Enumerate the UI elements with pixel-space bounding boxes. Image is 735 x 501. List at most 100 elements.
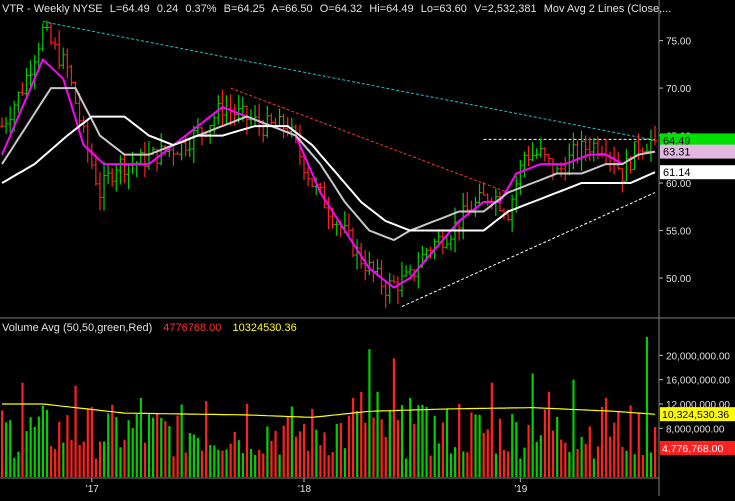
volume-bar — [433, 415, 436, 477]
volume-bar — [421, 404, 424, 477]
volume-bar — [86, 408, 89, 477]
volume-bar — [490, 382, 493, 477]
volume-bar — [445, 408, 449, 477]
volume-tick-label: 20,000,000.00 — [666, 351, 730, 362]
volume-header: Volume Avg (50,50,green,Red) 4776768.00 … — [2, 322, 297, 334]
header-text: VTR - Weekly NYSE L=64.49 0.24 0.37% B=6… — [2, 3, 671, 15]
volume-bar — [556, 416, 559, 477]
volume-bar — [547, 391, 551, 477]
volume-bar — [458, 403, 461, 477]
volume-bar — [152, 417, 155, 477]
volume-bar — [274, 430, 277, 477]
volume-bar — [205, 400, 208, 477]
price-badge-label: 61.14 — [663, 167, 691, 179]
low-value: Lo=63.60 — [421, 3, 467, 15]
volume-avg-red: 4776768.00 — [163, 322, 221, 334]
volume-bar — [266, 426, 269, 477]
volume-bar — [568, 451, 571, 477]
open-value: O=64.32 — [320, 3, 363, 15]
time-tick-label: '19 — [514, 484, 527, 495]
volume-bar — [9, 420, 12, 477]
volume-bar — [531, 373, 534, 477]
volume-bar — [413, 423, 416, 477]
stock-chart[interactable]: 75.0070.0065.0060.0055.0050.0020,000,000… — [0, 0, 735, 496]
volume-bar — [298, 431, 302, 477]
volume-bar — [209, 445, 212, 477]
volume-bar — [339, 422, 342, 477]
volume-bar — [474, 414, 477, 477]
volume-bar — [600, 406, 604, 477]
price-tick-label: 55.00 — [666, 227, 691, 238]
volume-bar — [33, 426, 36, 477]
volume-bar — [617, 410, 620, 477]
volume-bar — [437, 443, 440, 477]
last-price: L=64.49 — [110, 3, 150, 15]
volume-bar — [49, 446, 53, 477]
volume-bar — [327, 455, 330, 477]
volume-bar — [523, 447, 526, 477]
volume-bar — [135, 414, 138, 477]
volume-bar — [25, 431, 28, 477]
volume-bar — [560, 439, 563, 477]
volume-bar — [649, 452, 653, 477]
volume-bar — [511, 414, 514, 477]
volume-avg-yellow: 10324530.36 — [232, 322, 296, 334]
volume-bar — [237, 440, 240, 477]
volume-bar — [225, 449, 228, 477]
volume-bar — [605, 397, 608, 477]
volume-bar — [254, 454, 257, 477]
volume-bar — [213, 445, 216, 477]
volume-bar — [90, 407, 93, 477]
volume-bar — [449, 453, 453, 477]
volume-bar — [543, 409, 547, 477]
volume-bar — [592, 458, 595, 477]
volume-bar — [168, 426, 171, 477]
volume-bar — [502, 449, 506, 477]
volume-bar — [368, 349, 371, 477]
volume-bar — [364, 422, 367, 477]
volume-bar — [478, 414, 481, 477]
time-tick-label: '17 — [86, 484, 99, 495]
volume-bar — [270, 440, 273, 477]
high-value: Hi=64.49 — [369, 3, 413, 15]
volume-bar — [139, 397, 142, 477]
volume-bar — [249, 449, 253, 477]
volume-bar — [551, 430, 555, 477]
volume-bar — [115, 417, 118, 477]
volume-bar — [351, 397, 355, 477]
volume-bar — [278, 454, 281, 477]
chart-window: 75.0070.0065.0060.0055.0050.0020,000,000… — [0, 0, 735, 496]
change-percent: 0.37% — [185, 3, 216, 15]
volume-bar — [78, 445, 81, 477]
volume-bar — [629, 405, 632, 477]
volume-bar — [572, 379, 575, 477]
price-tick-label: 50.00 — [666, 274, 691, 285]
volume-bar — [356, 410, 359, 477]
volume-bar — [319, 445, 322, 477]
price-tick-label: 75.00 — [666, 37, 691, 48]
volume-bar — [94, 458, 98, 477]
volume-bar — [388, 410, 391, 477]
chart-background — [0, 0, 735, 496]
volume-bar — [515, 422, 518, 477]
volume-bar — [539, 435, 542, 477]
volume-bar — [217, 449, 220, 477]
volume-value: V=2,532,381 — [474, 3, 537, 15]
volume-bar — [470, 412, 473, 477]
b-value: B=64.25 — [224, 3, 265, 15]
volume-bar — [392, 358, 395, 477]
volume-bar — [584, 443, 587, 477]
volume-bar — [580, 436, 583, 477]
volume-bar — [294, 436, 298, 477]
volume-bar — [429, 455, 432, 477]
volume-bar — [425, 407, 428, 477]
volume-bar — [507, 451, 510, 477]
volume-bar — [74, 385, 77, 477]
volume-bar — [307, 450, 310, 477]
volume-bar — [172, 456, 175, 477]
volume-bar — [192, 434, 196, 477]
volume-bar — [335, 423, 338, 477]
volume-bar — [13, 457, 16, 477]
volume-bar — [331, 451, 334, 477]
volume-bar — [233, 431, 236, 477]
